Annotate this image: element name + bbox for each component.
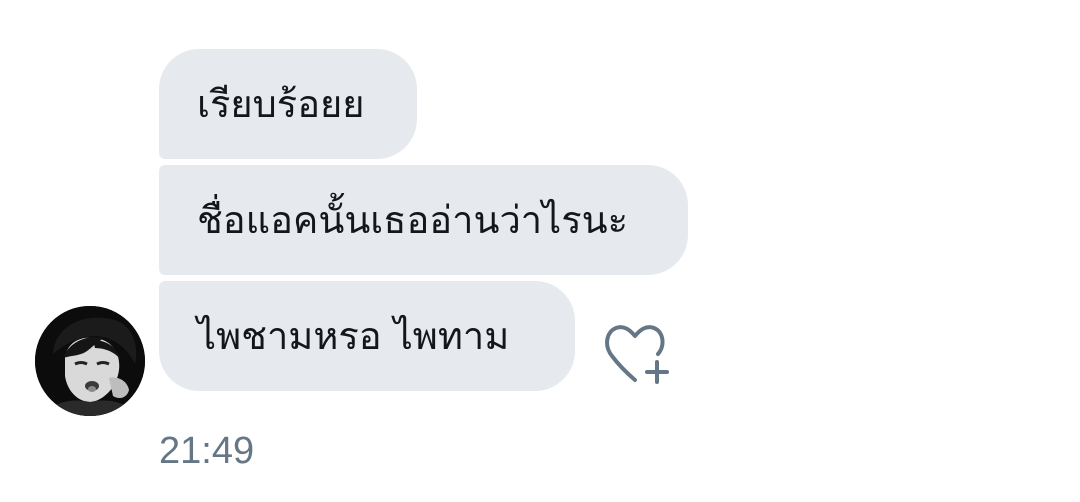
sender-avatar[interactable] [35, 306, 145, 416]
message-bubble[interactable]: เรียบร้อยย [159, 49, 417, 159]
avatar-photo-icon [35, 306, 145, 416]
like-reaction-button[interactable] [600, 322, 676, 388]
message-timestamp: 21:49 [159, 430, 255, 472]
message-bubble[interactable]: ชื่อแอคนั้นเธออ่านว่าไรนะ [159, 165, 688, 275]
message-bubble[interactable]: ไพชามหรอ ไพทาม [159, 281, 575, 391]
message-thread: เรียบร้อยย ชื่อแอคนั้นเธออ่านว่าไรนะ ไพช… [0, 0, 1080, 502]
heart-plus-icon [605, 325, 669, 384]
